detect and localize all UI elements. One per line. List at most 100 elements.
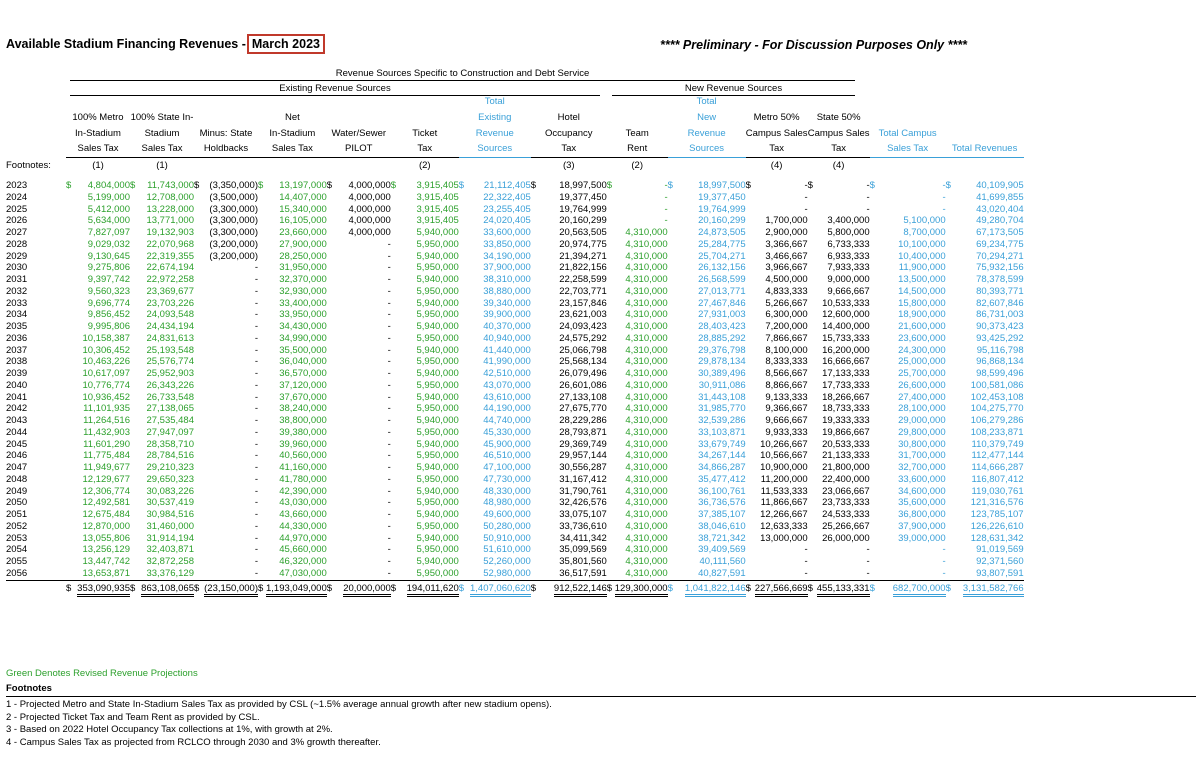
value-cell: 6,300,000 <box>765 309 808 321</box>
value-cell: 12,633,333 <box>760 520 808 532</box>
dollar-sign <box>258 274 266 286</box>
dollar-sign <box>808 345 816 357</box>
dollar-sign <box>808 509 816 521</box>
dollar-sign <box>130 380 138 392</box>
total-value: 1,407,060,620 <box>466 579 531 597</box>
dollar-sign: $ <box>194 180 200 192</box>
dollar-sign <box>66 556 74 568</box>
dollar-sign <box>607 262 615 274</box>
value-cell: 35,477,412 <box>698 473 746 485</box>
dollar-sign <box>391 286 399 298</box>
band-existing-label: Existing Revenue Sources <box>279 83 391 94</box>
value-cell: 35,600,000 <box>898 497 946 509</box>
dollar-sign <box>66 486 74 498</box>
value-cell: 15,733,333 <box>822 332 870 344</box>
value-cell: 36,736,576 <box>698 497 746 509</box>
dollar-sign <box>194 415 202 427</box>
dollar-sign <box>66 239 74 251</box>
footnotes-label: Footnotes: <box>6 159 51 171</box>
value-cell: 18,733,333 <box>822 403 870 415</box>
value-cell: 9,130,645 <box>87 250 130 262</box>
table-row: 2054 13,256,129 32,403,871 - 45,660,000 - 5,95… <box>6 544 1024 556</box>
dollar-sign <box>668 227 676 239</box>
dollar-sign <box>531 251 539 263</box>
value-cell: 24,575,292 <box>559 332 607 344</box>
year-cell: 2050 <box>6 497 28 509</box>
value-cell: 37,385,107 <box>698 509 746 521</box>
value-cell: - <box>387 368 391 380</box>
value-cell: 4,833,333 <box>765 285 808 297</box>
value-cell: 9,560,323 <box>87 285 130 297</box>
dollar-sign <box>459 345 467 357</box>
dollar-sign <box>668 568 676 580</box>
dollar-sign <box>668 486 676 498</box>
dollar-sign <box>607 521 615 533</box>
table-row: 2029 9,130,645 22,319,355 (3,200,000) 28,250… <box>6 251 1024 263</box>
dollar-sign <box>531 333 539 345</box>
value-cell: - <box>387 556 391 568</box>
page-title: Available Stadium Financing Revenues - Ma… <box>6 34 325 54</box>
dollar-sign <box>258 368 266 380</box>
value-cell: 26,733,548 <box>146 391 194 403</box>
value-cell: 3,915,405 <box>416 215 459 227</box>
header-cell <box>946 94 1024 110</box>
footnotes-heading: Footnotes <box>6 682 52 694</box>
dollar-sign <box>808 286 816 298</box>
dollar-sign <box>194 368 202 380</box>
year-cell: 2023 <box>6 180 28 192</box>
dollar-sign <box>668 427 676 439</box>
value-cell: 38,800,000 <box>279 415 327 427</box>
table-row: 2035 9,995,806 24,434,194 - 34,430,000 - 5,940… <box>6 321 1024 333</box>
value-cell: 31,700,000 <box>898 450 946 462</box>
value-cell: 40,940,000 <box>483 332 531 344</box>
value-cell: 47,730,000 <box>483 473 531 485</box>
table-row: 2044 11,432,903 27,947,097 - 39,380,000 - 5,95… <box>6 427 1024 439</box>
dollar-sign <box>946 533 954 545</box>
dollar-sign <box>808 544 816 556</box>
table-row: 2028 9,029,032 22,070,968 (3,200,000) 27,900… <box>6 239 1024 251</box>
value-cell: 10,463,226 <box>82 356 130 368</box>
value-cell: 4,310,000 <box>625 227 668 239</box>
dollar-sign <box>327 462 335 474</box>
value-cell: 3,466,667 <box>765 250 808 262</box>
dollar-sign <box>531 215 539 227</box>
value-cell: 5,950,000 <box>416 309 459 321</box>
dollar-sign <box>946 544 954 556</box>
total-value-text: 129,300,000 <box>614 582 668 597</box>
value-cell: - <box>804 180 808 192</box>
footnote-ref <box>258 158 327 175</box>
dollar-sign <box>870 392 878 404</box>
value-cell: 11,432,903 <box>83 426 130 438</box>
dollar-sign <box>870 356 878 368</box>
value-cell: - <box>387 332 391 344</box>
table-row: 2027 7,827,097 19,132,903 (3,300,000) 23,660… <box>6 227 1024 239</box>
dollar-sign <box>327 380 335 392</box>
value-cell: 119,030,761 <box>971 485 1024 497</box>
year-cell: 2043 <box>6 415 28 427</box>
value-cell: 36,800,000 <box>898 509 946 521</box>
header-cell: Revenue <box>475 127 514 139</box>
value-cell: - <box>387 250 391 262</box>
value-cell: 27,133,108 <box>559 391 607 403</box>
header-cell: State 50% <box>816 111 861 123</box>
header-cell: 100% Metro <box>72 111 124 123</box>
value-cell: - <box>254 379 258 391</box>
dollar-sign <box>66 251 74 263</box>
dollar-sign <box>130 392 138 404</box>
value-cell: 5,940,000 <box>416 532 459 544</box>
value-cell: 13,653,871 <box>82 567 130 579</box>
table-row: 2049 12,306,774 30,083,226 - 42,390,000 - 5,94… <box>6 486 1024 498</box>
dollar-sign <box>130 568 138 580</box>
dollar-sign <box>327 474 335 486</box>
total-value: 353,090,935 <box>74 579 130 597</box>
value-cell: - <box>254 321 258 333</box>
dollar-sign <box>746 392 754 404</box>
value-cell: 75,932,156 <box>976 262 1024 274</box>
dollar-sign <box>746 486 754 498</box>
value-cell: 4,000,000 <box>348 191 391 203</box>
value-cell: 1,700,000 <box>765 215 808 227</box>
dollar-sign <box>808 556 816 568</box>
value-cell: 5,940,000 <box>416 368 459 380</box>
value-cell: 4,310,000 <box>625 532 668 544</box>
value-cell: 4,310,000 <box>625 520 668 532</box>
